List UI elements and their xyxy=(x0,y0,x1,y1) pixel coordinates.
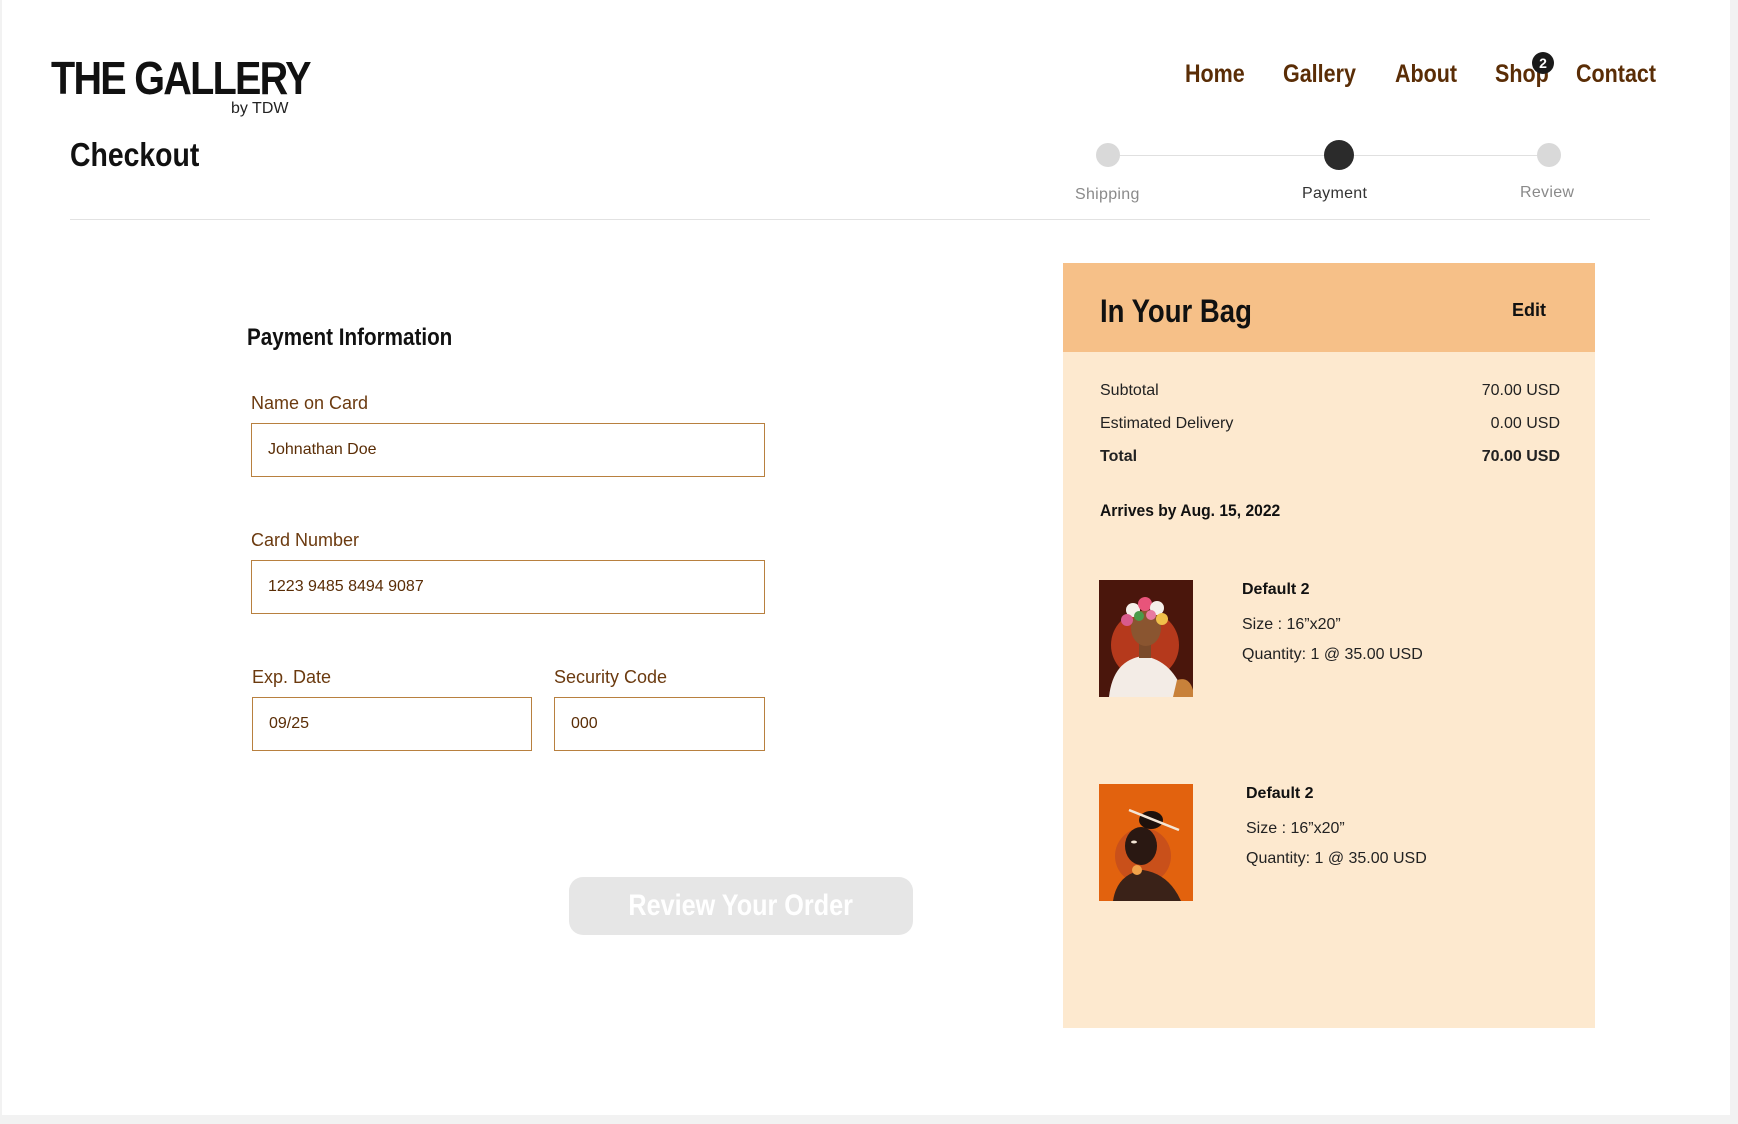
exp-date-field[interactable] xyxy=(252,697,532,751)
review-order-label: Review Your Order xyxy=(628,889,854,922)
total-label: Total xyxy=(1100,448,1138,465)
delivery-value: 0.00 USD xyxy=(1490,415,1560,432)
step-payment-dot[interactable] xyxy=(1324,140,1354,170)
nav-home[interactable]: Home xyxy=(1185,60,1245,89)
artwork-orange-portrait-image[interactable] xyxy=(1099,784,1193,901)
brand-logo[interactable]: THE GALLERY by TDW xyxy=(51,50,311,120)
step-review-dot[interactable] xyxy=(1537,143,1561,167)
nav-contact[interactable]: Contact xyxy=(1576,60,1656,89)
card-number-label: Card Number xyxy=(251,530,360,550)
total-row: Total 70.00 USD xyxy=(1100,448,1560,472)
subtotal-label: Subtotal xyxy=(1100,382,1159,399)
delivery-row: Estimated Delivery 0.00 USD xyxy=(1100,415,1560,439)
nav-about[interactable]: About xyxy=(1395,60,1457,89)
delivery-label: Estimated Delivery xyxy=(1100,415,1234,432)
bag-title: In Your Bag xyxy=(1100,293,1252,329)
security-code-input[interactable] xyxy=(555,698,764,750)
step-shipping-dot[interactable] xyxy=(1096,143,1120,167)
bag-item-1-quantity: Quantity: 1 @ 35.00 USD xyxy=(1242,646,1423,663)
bag-item-1-name: Default 2 xyxy=(1242,581,1310,598)
bag-header: In Your Bag Edit xyxy=(1063,263,1595,352)
name-on-card-input[interactable] xyxy=(252,424,764,476)
exp-date-input[interactable] xyxy=(253,698,531,750)
nav-gallery[interactable]: Gallery xyxy=(1283,60,1356,89)
step-review-label[interactable]: Review xyxy=(1520,184,1574,202)
bag-item-2-quantity: Quantity: 1 @ 35.00 USD xyxy=(1246,850,1427,867)
payment-heading: Payment Information xyxy=(247,324,453,351)
card-number-input[interactable] xyxy=(252,561,764,613)
review-order-button[interactable]: Review Your Order xyxy=(569,877,913,935)
total-value: 70.00 USD xyxy=(1481,448,1560,465)
cart-count-badge: 2 xyxy=(1532,52,1554,74)
security-code-label: Security Code xyxy=(554,667,668,687)
name-on-card-label: Name on Card xyxy=(251,393,369,413)
bag-item-2-size: Size : 16”x20” xyxy=(1246,820,1345,837)
page: THE GALLERY by TDW Home Gallery About Sh… xyxy=(2,0,1730,1115)
page-title: Checkout xyxy=(70,136,200,173)
header-divider xyxy=(70,219,1650,220)
brand-title: THE GALLERY xyxy=(51,52,311,104)
exp-date-label: Exp. Date xyxy=(252,667,332,687)
bag-edit-button[interactable]: Edit xyxy=(1512,300,1546,321)
subtotal-value: 70.00 USD xyxy=(1481,382,1560,399)
name-on-card-field[interactable] xyxy=(251,423,765,477)
brand-subtitle: by TDW xyxy=(231,100,289,117)
bag-item-1-size: Size : 16”x20” xyxy=(1242,616,1341,633)
bag-summary-panel: In Your Bag Edit Subtotal 70.00 USD Esti… xyxy=(1063,263,1595,1028)
security-code-field[interactable] xyxy=(554,697,765,751)
subtotal-row: Subtotal 70.00 USD xyxy=(1100,382,1560,406)
card-number-field[interactable] xyxy=(251,560,765,614)
bag-item-2-name: Default 2 xyxy=(1246,785,1314,802)
arrival-date: Arrives by Aug. 15, 2022 xyxy=(1100,501,1281,520)
step-shipping-label[interactable]: Shipping xyxy=(1075,186,1140,204)
step-payment-label[interactable]: Payment xyxy=(1302,185,1367,203)
artwork-flower-crown-image[interactable] xyxy=(1099,580,1193,697)
